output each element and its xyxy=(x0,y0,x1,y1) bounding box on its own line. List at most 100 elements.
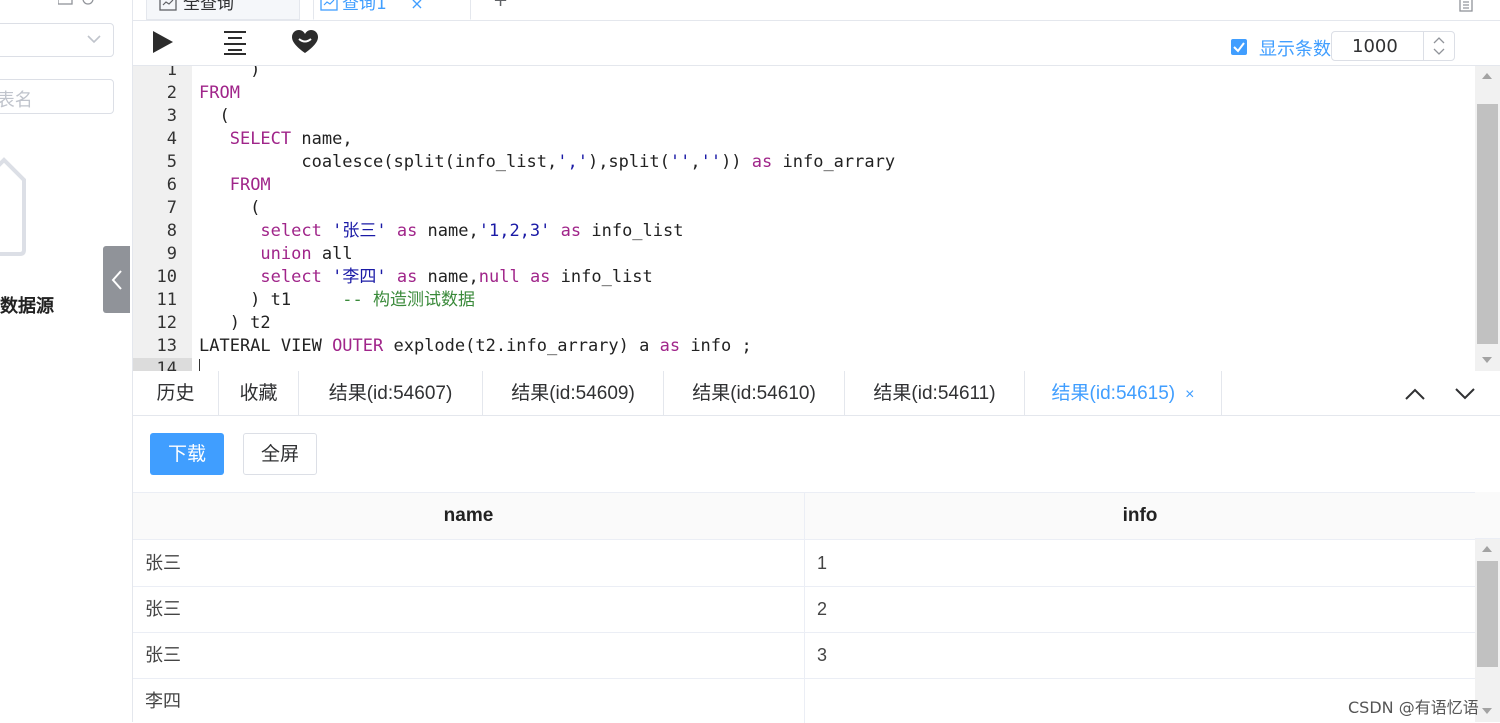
cell-info: 1 xyxy=(817,553,828,573)
code-token: , xyxy=(690,152,701,172)
code-text[interactable]: LATERAL VIEW OUTER explode(t2.info_arrar… xyxy=(199,335,752,358)
show-rows-checkbox[interactable] xyxy=(1231,39,1247,55)
column-header-name[interactable]: name xyxy=(133,493,805,539)
code-token: LATERAL VIEW xyxy=(199,336,333,356)
query-doc-icon xyxy=(320,0,338,11)
scroll-up-icon[interactable] xyxy=(1482,73,1492,79)
code-token: name, xyxy=(291,129,353,149)
table-row[interactable]: 张三 3 xyxy=(133,632,1475,679)
code-token: as xyxy=(396,221,418,241)
code-token: SELECT xyxy=(229,129,292,149)
document-icon[interactable] xyxy=(1458,0,1474,12)
tab-result-54607[interactable]: 结果(id:54607) xyxy=(299,371,483,415)
run-icon[interactable] xyxy=(151,29,175,55)
result-table: name info 张三 1 张三 2 张三 3 李四 xyxy=(133,492,1475,723)
line-number: 4 xyxy=(166,129,177,149)
code-token: null xyxy=(478,267,520,287)
tab-all-query-label: 全查询 xyxy=(183,0,234,14)
tab-result-54610[interactable]: 结果(id:54610) xyxy=(664,371,845,415)
row-count-value[interactable]: 1000 xyxy=(1352,36,1398,57)
code-text[interactable]: FROM xyxy=(199,82,240,105)
tab-query-1[interactable]: 查询1 × xyxy=(313,0,471,20)
line-number: 5 xyxy=(166,152,177,172)
tab-result-label: 结果(id:54609) xyxy=(511,383,635,404)
code-text[interactable]: union all xyxy=(199,243,352,266)
table-scrollbar[interactable] xyxy=(1475,539,1500,722)
code-token: name, xyxy=(417,267,479,287)
empty-box-icon xyxy=(0,157,26,256)
scroll-down-icon[interactable] xyxy=(1482,708,1492,714)
chevron-down-icon xyxy=(87,35,101,44)
tab-history[interactable]: 历史 xyxy=(133,371,219,415)
table-row[interactable]: 张三 2 xyxy=(133,586,1475,633)
code-token: ',' xyxy=(557,152,588,172)
code-token: ) t1 xyxy=(199,290,343,310)
tab-favorites-label: 收藏 xyxy=(239,383,278,404)
code-token: )) xyxy=(721,152,752,172)
code-text[interactable]: select '张三' as name,'1,2,3' as info_list xyxy=(199,220,683,243)
column-header-info[interactable]: info xyxy=(805,493,1475,539)
tab-result-54609[interactable]: 结果(id:54609) xyxy=(483,371,664,415)
tab-favorites[interactable]: 收藏 xyxy=(219,371,299,415)
chevron-down-icon[interactable] xyxy=(1453,386,1477,402)
line-number: 8 xyxy=(166,221,177,241)
close-icon[interactable]: × xyxy=(410,0,423,13)
check-icon xyxy=(1233,42,1245,53)
scroll-up-icon[interactable] xyxy=(1482,546,1492,552)
tab-result-54611[interactable]: 结果(id:54611) xyxy=(845,371,1025,415)
code-text[interactable] xyxy=(199,358,200,371)
format-icon[interactable] xyxy=(222,29,248,55)
table-scroll-thumb[interactable] xyxy=(1477,561,1498,667)
code-text[interactable]: ) xyxy=(199,66,260,82)
code-text[interactable]: ) t2 xyxy=(199,312,271,335)
row-count-spinner[interactable] xyxy=(1423,32,1454,60)
query-doc-icon xyxy=(159,0,177,11)
tab-result-54615[interactable]: 结果(id:54615) × xyxy=(1025,371,1222,415)
line-number: 9 xyxy=(166,244,177,264)
sidebar-tool-icon[interactable] xyxy=(57,0,98,10)
table-search-input[interactable]: 库名.表名 xyxy=(0,79,114,114)
code-text[interactable]: select '李四' as name,null as info_list xyxy=(199,266,652,289)
code-token: ( xyxy=(199,198,261,218)
row-count-stepper[interactable]: 1000 xyxy=(1331,31,1455,61)
fullscreen-button[interactable]: 全屏 xyxy=(243,433,317,475)
code-token: FROM xyxy=(199,83,240,103)
sql-editor[interactable]: 1 ) 2 FROM 3 (4 SELECT name, 5 coalesce(spli… xyxy=(133,66,1475,371)
close-icon[interactable]: × xyxy=(1185,386,1194,403)
chevron-up-icon[interactable] xyxy=(1403,386,1427,402)
code-text[interactable]: FROM xyxy=(199,174,271,197)
favorite-icon[interactable] xyxy=(291,29,319,55)
code-text[interactable]: ) t1 -- 构造测试数据 xyxy=(199,289,475,312)
datasource-select[interactable] xyxy=(0,23,114,57)
sidebar-collapse-button[interactable] xyxy=(103,246,130,313)
table-row[interactable]: 李四 xyxy=(133,678,1475,723)
show-rows-label[interactable]: 显示条数 xyxy=(1259,35,1331,61)
code-token: name, xyxy=(417,221,479,241)
code-text[interactable]: ( xyxy=(199,197,260,220)
cell-info: 3 xyxy=(817,645,828,665)
sidebar: 库名.表名 暂无数据源 xyxy=(0,0,133,722)
line-number: 13 xyxy=(156,336,177,356)
add-tab-button[interactable]: + xyxy=(493,0,508,11)
text-cursor xyxy=(199,359,200,371)
code-token: as xyxy=(529,267,551,287)
code-token: '张三' xyxy=(332,221,387,241)
code-token: ) xyxy=(199,66,261,80)
scroll-down-icon[interactable] xyxy=(1482,357,1492,363)
table-row[interactable]: 张三 1 xyxy=(133,540,1475,587)
code-text[interactable]: SELECT name, xyxy=(199,128,353,151)
code-text[interactable]: coalesce(split(info_list,','),split('','… xyxy=(199,151,895,174)
editor-scroll-thumb[interactable] xyxy=(1477,104,1498,344)
editor-scrollbar[interactable] xyxy=(1475,66,1500,371)
code-token: explode(t2.info_arrary) a xyxy=(383,336,660,356)
tab-all-query[interactable]: 全查询 xyxy=(146,0,300,20)
code-token: select xyxy=(260,221,322,241)
code-text[interactable]: ( xyxy=(199,105,229,128)
download-button[interactable]: 下载 xyxy=(150,433,224,475)
